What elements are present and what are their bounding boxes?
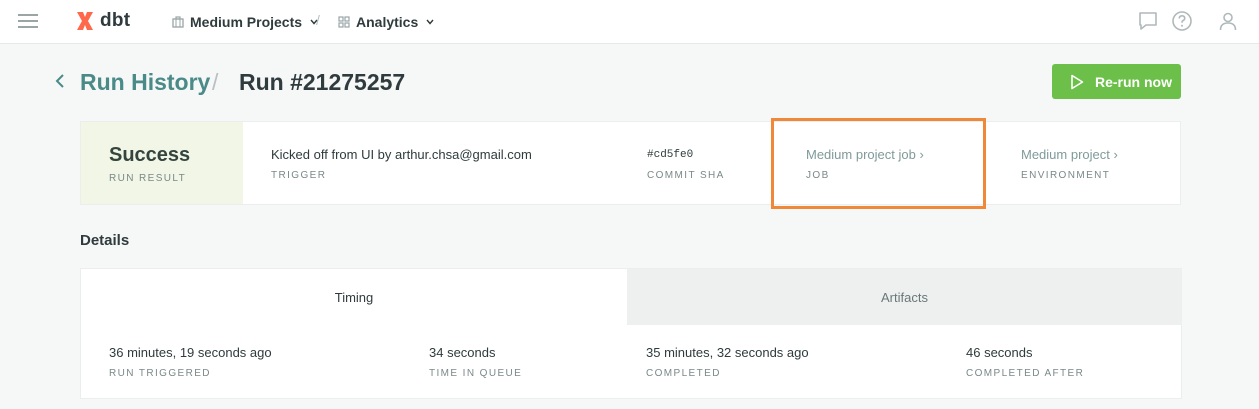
rerun-button[interactable]: Re-run now <box>1052 64 1181 99</box>
completed-label: COMPLETED <box>646 368 721 379</box>
tab-timing-label: Timing <box>334 289 374 305</box>
run-triggered-label: RUN TRIGGERED <box>109 368 211 379</box>
play-icon <box>1071 74 1084 89</box>
tab-timing[interactable]: Timing <box>81 269 627 325</box>
nav-separator: / <box>316 12 320 28</box>
chat-icon[interactable] <box>1137 10 1159 32</box>
time-in-queue-value: 34 seconds <box>429 345 496 360</box>
brand-name: dbt <box>100 10 131 31</box>
project-name: Medium Projects <box>190 14 303 30</box>
tab-artifacts[interactable]: Artifacts <box>627 269 1182 325</box>
details-heading: Details <box>80 232 130 249</box>
dbt-logo-icon <box>77 12 93 30</box>
time-in-queue-label: TIME IN QUEUE <box>429 368 523 379</box>
completed-after-label: COMPLETED AFTER <box>966 368 1085 379</box>
environment-label: ENVIRONMENT <box>1021 170 1111 181</box>
section-name: Analytics <box>356 14 419 30</box>
trigger-label: TRIGGER <box>271 170 327 181</box>
environment-link[interactable]: Medium project › <box>1021 147 1118 162</box>
completed-after-value: 46 seconds <box>966 345 1033 360</box>
job-link[interactable]: Medium project job › <box>806 147 924 162</box>
run-summary-card: Success RUN RESULT Kicked off from UI by… <box>80 121 1181 205</box>
run-result-label: RUN RESULT <box>109 173 187 184</box>
hamburger-icon[interactable] <box>18 13 38 29</box>
section-selector[interactable]: Analytics <box>338 12 434 32</box>
breadcrumb-run-history[interactable]: Run History <box>80 69 210 96</box>
help-icon[interactable] <box>1171 10 1193 32</box>
details-panel: Timing Artifacts 36 minutes, 19 seconds … <box>80 268 1182 399</box>
project-selector[interactable]: Medium Projects <box>172 12 318 32</box>
run-result-value: Success <box>109 144 191 166</box>
back-chevron-icon[interactable] <box>54 72 66 90</box>
top-nav: dbt Medium Projects / Analytics <box>0 0 1259 44</box>
chevron-down-icon <box>426 19 434 25</box>
page-title: Run #21275257 <box>239 69 406 95</box>
job-label: JOB <box>806 170 830 181</box>
tab-artifacts-label: Artifacts <box>881 289 928 305</box>
user-icon[interactable] <box>1217 10 1239 32</box>
trigger-value: Kicked off from UI by arthur.chsa@gmail.… <box>271 147 532 162</box>
rerun-label: Re-run now <box>1095 73 1172 90</box>
grid-icon <box>338 16 350 28</box>
run-triggered-value: 36 minutes, 19 seconds ago <box>109 345 272 360</box>
breadcrumb-separator: / <box>212 69 219 95</box>
commit-sha-value: #cd5fe0 <box>647 149 694 161</box>
run-result-panel: Success RUN RESULT <box>81 122 243 204</box>
briefcase-icon <box>172 16 184 28</box>
completed-value: 35 minutes, 32 seconds ago <box>646 345 809 360</box>
commit-sha-label: COMMIT SHA <box>647 170 725 181</box>
dbt-logo[interactable]: dbt <box>74 9 130 33</box>
